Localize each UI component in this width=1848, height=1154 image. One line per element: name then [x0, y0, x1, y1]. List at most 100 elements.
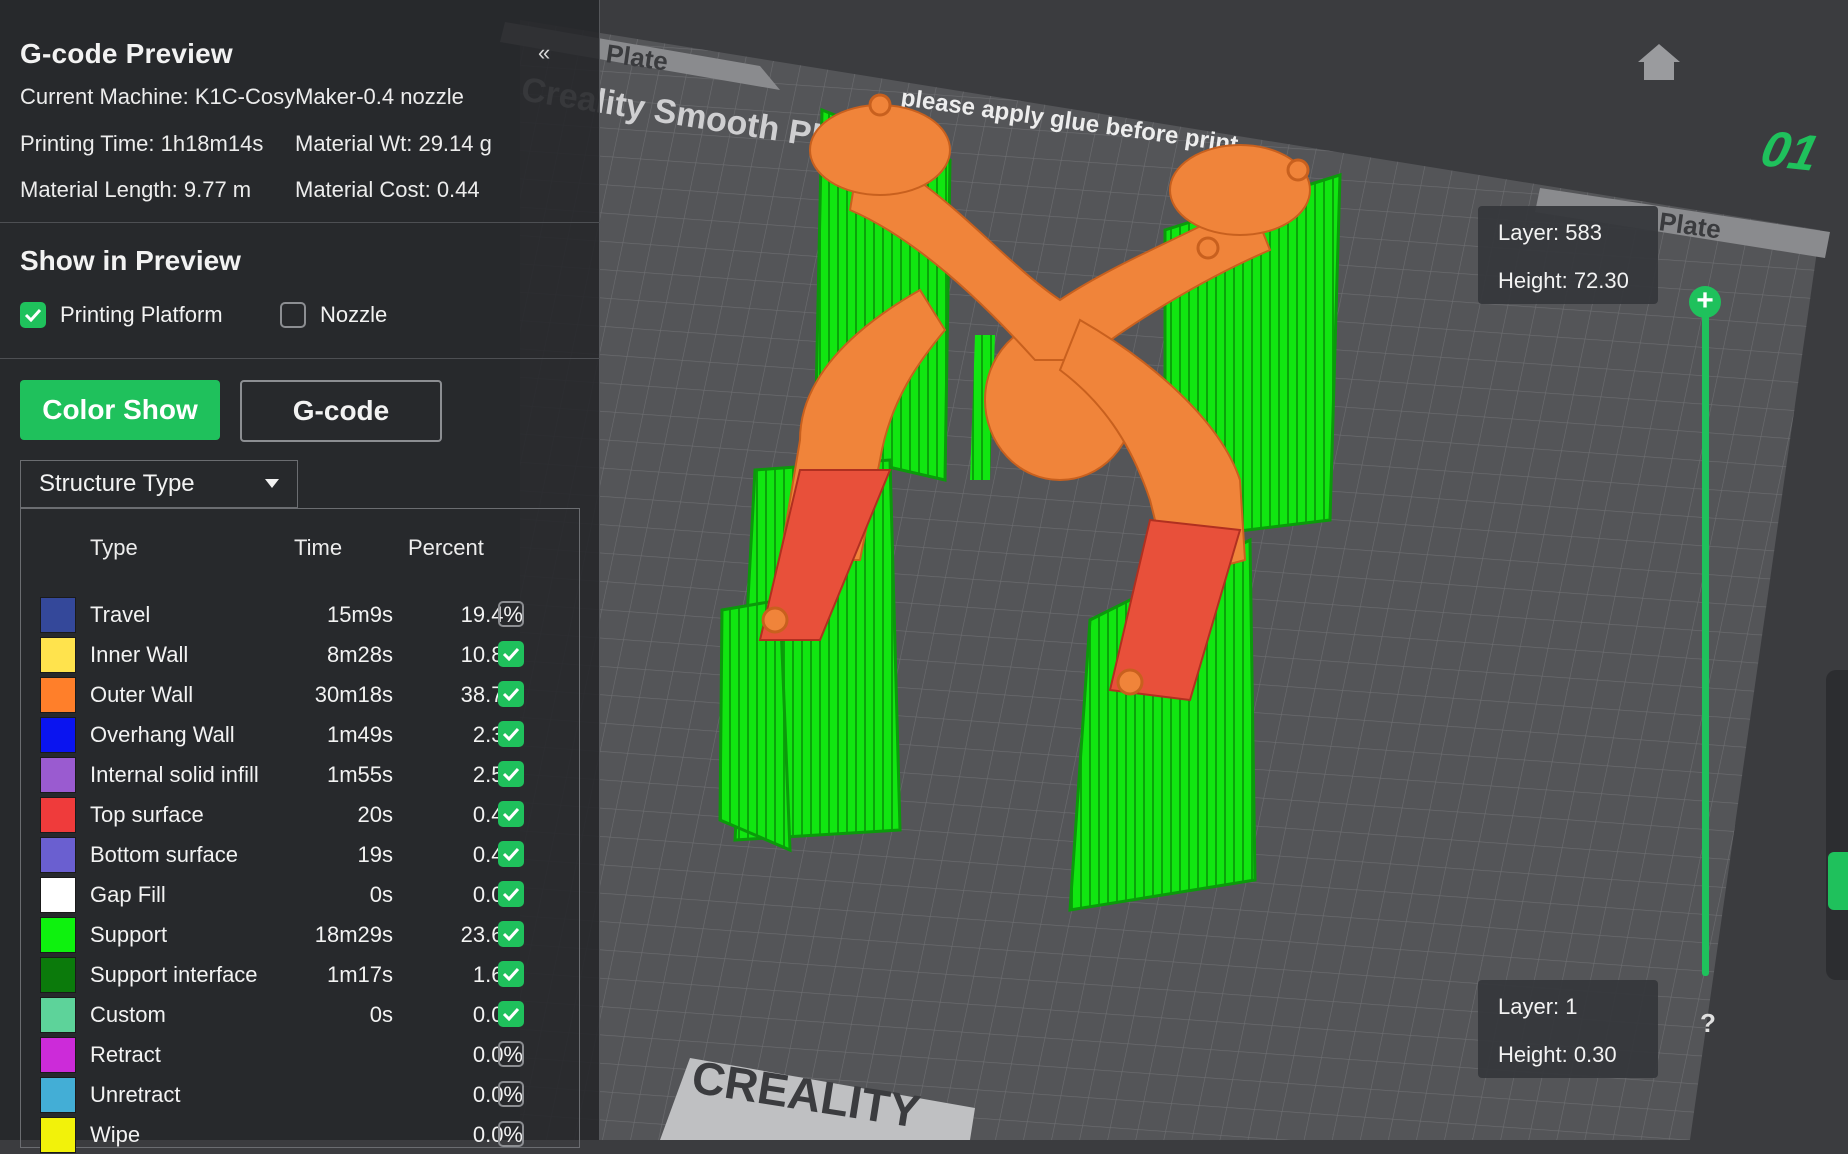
- divider: [0, 358, 600, 359]
- legend-time: 30m18s: [314, 682, 393, 707]
- legend-row: Internal solid infill1m55s2.5%: [40, 754, 560, 794]
- color-swatch: [40, 957, 76, 993]
- color-swatch: [40, 917, 76, 953]
- visibility-checkbox-checked[interactable]: [498, 721, 524, 747]
- visibility-checkbox-checked[interactable]: [498, 641, 524, 667]
- legend-type-name: Travel: [90, 602, 151, 627]
- legend-header-time: Time: [294, 535, 343, 560]
- legend-type-name: Wipe: [90, 1122, 141, 1147]
- legend-time: 1m49s: [326, 722, 393, 747]
- material-weight: Material Wt: 29.14 g: [295, 131, 492, 156]
- legend-type-name: Outer Wall: [90, 682, 194, 707]
- visibility-checkbox-unchecked[interactable]: [498, 1121, 524, 1147]
- legend-row: Overhang Wall1m49s2.3%: [40, 714, 560, 754]
- color-show-button[interactable]: Color Show: [20, 380, 220, 440]
- color-swatch: [40, 637, 76, 673]
- color-swatch: [40, 1037, 76, 1073]
- legend-type-name: Custom: [90, 1002, 166, 1027]
- legend-type-name: Gap Fill: [90, 882, 166, 907]
- legend-type-name: Bottom surface: [90, 842, 238, 867]
- visibility-checkbox-checked[interactable]: [498, 881, 524, 907]
- legend-row: Travel 15m9s 19.4%: [40, 594, 560, 634]
- visibility-checkbox-unchecked[interactable]: [498, 1081, 524, 1107]
- legend-time: 19s: [357, 842, 393, 867]
- legend-type-name: Overhang Wall: [90, 722, 235, 747]
- color-swatch: [40, 997, 76, 1033]
- color-swatch: [40, 797, 76, 833]
- visibility-checkbox-checked[interactable]: [498, 841, 524, 867]
- visibility-checkbox-checked[interactable]: [498, 761, 524, 787]
- legend-row: Inner Wall 8m28s 10.8%: [40, 634, 560, 674]
- legend-row: Support 18m29s 23.6%: [40, 914, 560, 954]
- panel-title: G-code Preview: [20, 38, 233, 69]
- legend-time: 20s: [357, 802, 393, 827]
- layer-slider-track[interactable]: [1702, 300, 1709, 976]
- bottom-layer-height: Height: 0.30: [1498, 1042, 1617, 1067]
- legend-type-name: Unretract: [90, 1082, 181, 1107]
- bottom-layer-tooltip: Layer: 1 Height: 0.30: [1478, 980, 1658, 1078]
- visibility-checkbox-unchecked[interactable]: [498, 1041, 524, 1067]
- color-swatch: [40, 717, 76, 753]
- legend-time: 18m29s: [314, 922, 393, 947]
- legend-row: Top surface20s0.4%: [40, 794, 560, 834]
- color-swatch: [40, 877, 76, 913]
- material-cost: Material Cost: 0.44: [295, 177, 480, 202]
- visibility-checkbox-unchecked[interactable]: [498, 601, 524, 627]
- chevron-down-icon: [265, 479, 279, 488]
- legend-row: Custom0s0.0%: [40, 994, 560, 1034]
- top-layer-height: Height: 72.30: [1498, 268, 1629, 293]
- legend-type-name: Top surface: [90, 802, 204, 827]
- checkbox-unchecked-icon[interactable]: [280, 302, 306, 328]
- visibility-checkbox-checked[interactable]: [498, 801, 524, 827]
- legend-row: Wipe 0.0%: [40, 1114, 560, 1154]
- view-type-selected: Structure Type: [39, 470, 195, 497]
- printing-time: Printing Time: 1h18m14s: [20, 131, 264, 156]
- top-layer-value: Layer: 583: [1498, 220, 1602, 245]
- collapse-panel-icon[interactable]: «: [538, 40, 550, 66]
- legend-type-name: Support interface: [90, 962, 258, 987]
- visibility-checkbox-checked[interactable]: [498, 681, 524, 707]
- top-layer-tooltip: Layer: 583 Height: 72.30: [1478, 206, 1658, 304]
- side-toolbar: [1826, 670, 1848, 980]
- legend-row: Bottom surface19s0.4%: [40, 834, 560, 874]
- color-swatch: [40, 1077, 76, 1113]
- printing-platform-toggle[interactable]: Printing Platform: [20, 302, 223, 328]
- legend-row: Gap Fill0s0.0%: [40, 874, 560, 914]
- checkbox-checked-icon[interactable]: [20, 302, 46, 328]
- legend-time: 15m9s: [326, 602, 393, 627]
- printing-platform-label: Printing Platform: [60, 302, 223, 327]
- legend-row: Outer Wall 30m18s 38.7%: [40, 674, 560, 714]
- nozzle-label: Nozzle: [320, 302, 388, 327]
- legend-time: 1m55s: [326, 762, 393, 787]
- gcode-button[interactable]: G-code: [240, 380, 442, 442]
- color-swatch: [40, 837, 76, 873]
- color-swatch: [40, 677, 76, 713]
- legend-header-percent: Percent: [408, 535, 484, 560]
- help-icon[interactable]: ?: [1700, 1008, 1716, 1039]
- legend-time: 0s: [369, 1002, 393, 1027]
- visibility-checkbox-checked[interactable]: [498, 1001, 524, 1027]
- color-swatch: [40, 1117, 76, 1153]
- legend-type-name: Retract: [90, 1042, 161, 1067]
- gcode-preview-panel: « G-code Preview Current Machine: K1C-Co…: [0, 0, 600, 1153]
- color-swatch: [40, 597, 76, 633]
- legend-row: Support interface1m17s1.6%: [40, 954, 560, 994]
- layer-slider-top-handle[interactable]: +: [1689, 286, 1721, 318]
- legend-time: 8m28s: [326, 642, 393, 667]
- legend-time: 0s: [369, 882, 393, 907]
- legend-row: Retract 0.0%: [40, 1034, 560, 1074]
- divider: [0, 222, 600, 223]
- material-length: Material Length: 9.77 m: [20, 177, 252, 202]
- nozzle-toggle[interactable]: Nozzle: [280, 302, 387, 328]
- current-machine: Current Machine: K1C-CosyMaker-0.4 nozzl…: [20, 84, 464, 109]
- view-type-dropdown[interactable]: Structure Type: [20, 460, 298, 508]
- legend-time: 1m17s: [326, 962, 393, 987]
- bottom-layer-value: Layer: 1: [1498, 994, 1578, 1019]
- legend-type-name: Support: [90, 922, 168, 947]
- visibility-checkbox-checked[interactable]: [498, 921, 524, 947]
- legend-type-name: Inner Wall: [90, 642, 189, 667]
- visibility-checkbox-checked[interactable]: [498, 961, 524, 987]
- side-toolbar-active-tool-icon[interactable]: [1828, 852, 1848, 910]
- color-swatch: [40, 757, 76, 793]
- legend-type-name: Internal solid infill: [90, 762, 259, 787]
